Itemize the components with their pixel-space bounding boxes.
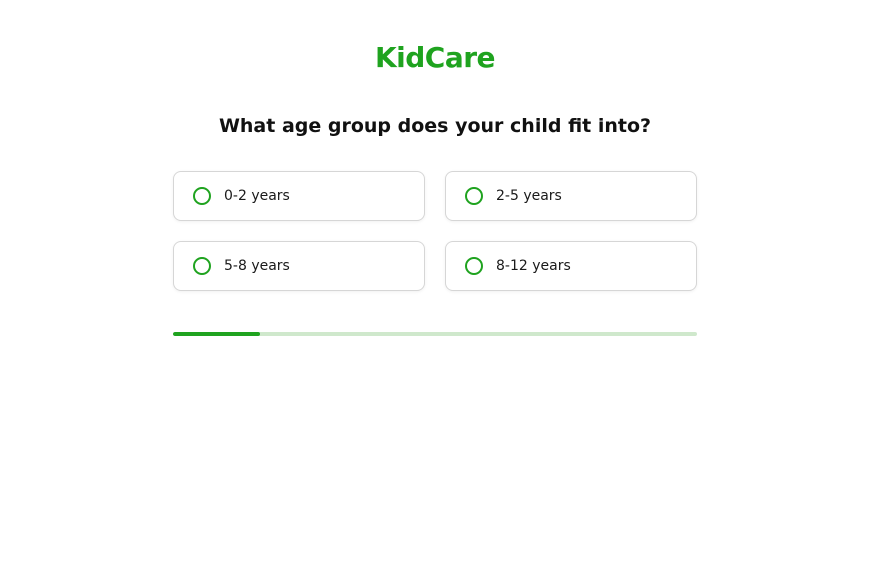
option-5-8-years[interactable]: 5-8 years [173, 241, 425, 291]
progress-bar [173, 332, 697, 336]
option-label: 5-8 years [224, 258, 290, 274]
page: KidCare What age group does your child f… [0, 0, 870, 580]
option-label: 2-5 years [496, 188, 562, 204]
radio-icon[interactable] [193, 257, 211, 275]
option-0-2-years[interactable]: 0-2 years [173, 171, 425, 221]
radio-icon[interactable] [465, 257, 483, 275]
option-2-5-years[interactable]: 2-5 years [445, 171, 697, 221]
radio-icon[interactable] [193, 187, 211, 205]
kidcare-logo: KidCare [374, 41, 496, 74]
radio-icon[interactable] [465, 187, 483, 205]
option-8-12-years[interactable]: 8-12 years [445, 241, 697, 291]
option-label: 8-12 years [496, 258, 571, 274]
progress-fill [173, 332, 260, 336]
option-label: 0-2 years [224, 188, 290, 204]
age-group-options: 0-2 years 2-5 years 5-8 years 8-12 years [173, 171, 697, 291]
question-heading: What age group does your child fit into? [218, 115, 652, 137]
